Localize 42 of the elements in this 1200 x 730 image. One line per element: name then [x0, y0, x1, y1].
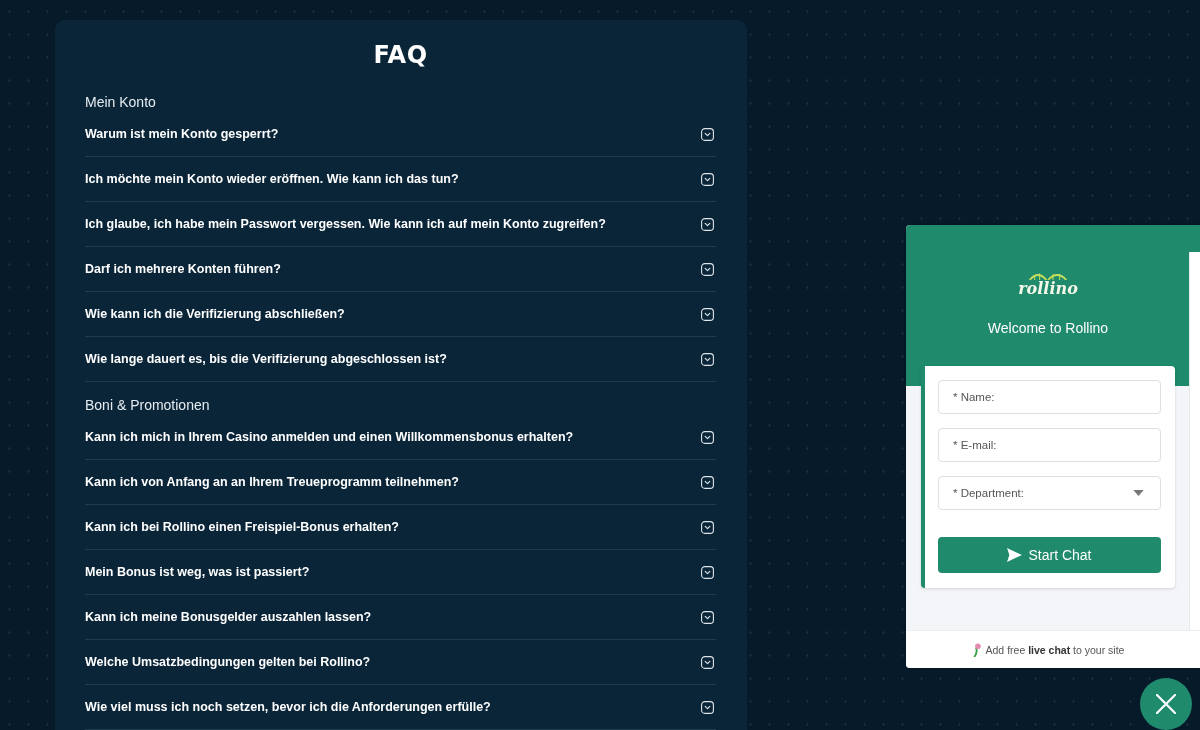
close-chat-button[interactable] [1140, 678, 1192, 730]
chevron-down-icon [701, 307, 714, 321]
faq-question[interactable]: Mein Bonus ist weg, was ist passiert? [85, 550, 716, 595]
chevron-down-icon [701, 172, 714, 186]
faq-question[interactable]: Wie lange dauert es, bis die Verifizierung abgeschlossen ist? [85, 337, 716, 382]
chevron-down-icon [701, 565, 714, 579]
faq-question[interactable]: Kann ich bei Rollino einen Freispiel-Bonus erhalten? [85, 505, 716, 550]
faq-question[interactable]: Wie viel muss ich noch setzen, bevor ich die Anforderungen erfülle? [85, 685, 716, 730]
faq-question[interactable]: Ich glaube, ich habe mein Passwort vergessen. Wie kann ich auf mein Konto zugreifen? [85, 202, 716, 247]
department-select[interactable]: * Department: [938, 476, 1161, 510]
text-field[interactable]: * Name: [938, 380, 1161, 414]
faq-question[interactable]: Ich möchte mein Konto wieder eröffnen. Wie kann ich das tun? [85, 157, 716, 202]
chevron-down-icon [701, 520, 714, 534]
chevron-down-icon [701, 352, 714, 366]
chevron-down-icon [701, 700, 714, 714]
faq-question[interactable]: Kann ich von Anfang an an Ihrem Treueprogramm teilnehmen? [85, 460, 716, 505]
faq-title: FAQ [372, 40, 429, 70]
faq-question[interactable]: Wie kann ich die Verifizierung abschließen? [85, 292, 716, 337]
caret-down-icon [1133, 490, 1144, 496]
chevron-down-icon [701, 475, 714, 489]
faq-question[interactable]: Kann ich mich in Ihrem Casino anmelden und einen Willkommensbonus erhalten? [85, 415, 716, 460]
faq-question[interactable]: Warum ist mein Konto gesperrt? [85, 112, 716, 157]
logo-text: rollino [1018, 281, 1078, 297]
section-heading: Boni & Promotionen [85, 396, 211, 415]
chevron-down-icon [701, 655, 714, 669]
section-heading: Mein Konto [85, 93, 157, 112]
chevron-down-icon [701, 610, 714, 624]
welcome-text: Welcome to Rollino [987, 319, 1109, 337]
chevron-down-icon [701, 127, 714, 141]
text-field[interactable]: * E-mail: [938, 428, 1161, 462]
close-icon [1156, 694, 1176, 714]
start-chat-button[interactable]: Start Chat [938, 537, 1161, 573]
chevron-down-icon [701, 262, 714, 276]
faq-question[interactable]: Darf ich mehrere Konten führen? [85, 247, 716, 292]
send-icon [1007, 548, 1023, 562]
faq-question[interactable]: Kann ich meine Bonusgelder auszahlen lassen? [85, 595, 716, 640]
flower-icon [971, 642, 982, 657]
chevron-down-icon [701, 430, 714, 444]
footer-text: Add free live chat to your site [985, 643, 1125, 656]
arches-icon [1026, 270, 1070, 280]
faq-question[interactable]: Welche Umsatzbedingungen gelten bei Rollino? [85, 640, 716, 685]
chevron-down-icon [701, 217, 714, 231]
